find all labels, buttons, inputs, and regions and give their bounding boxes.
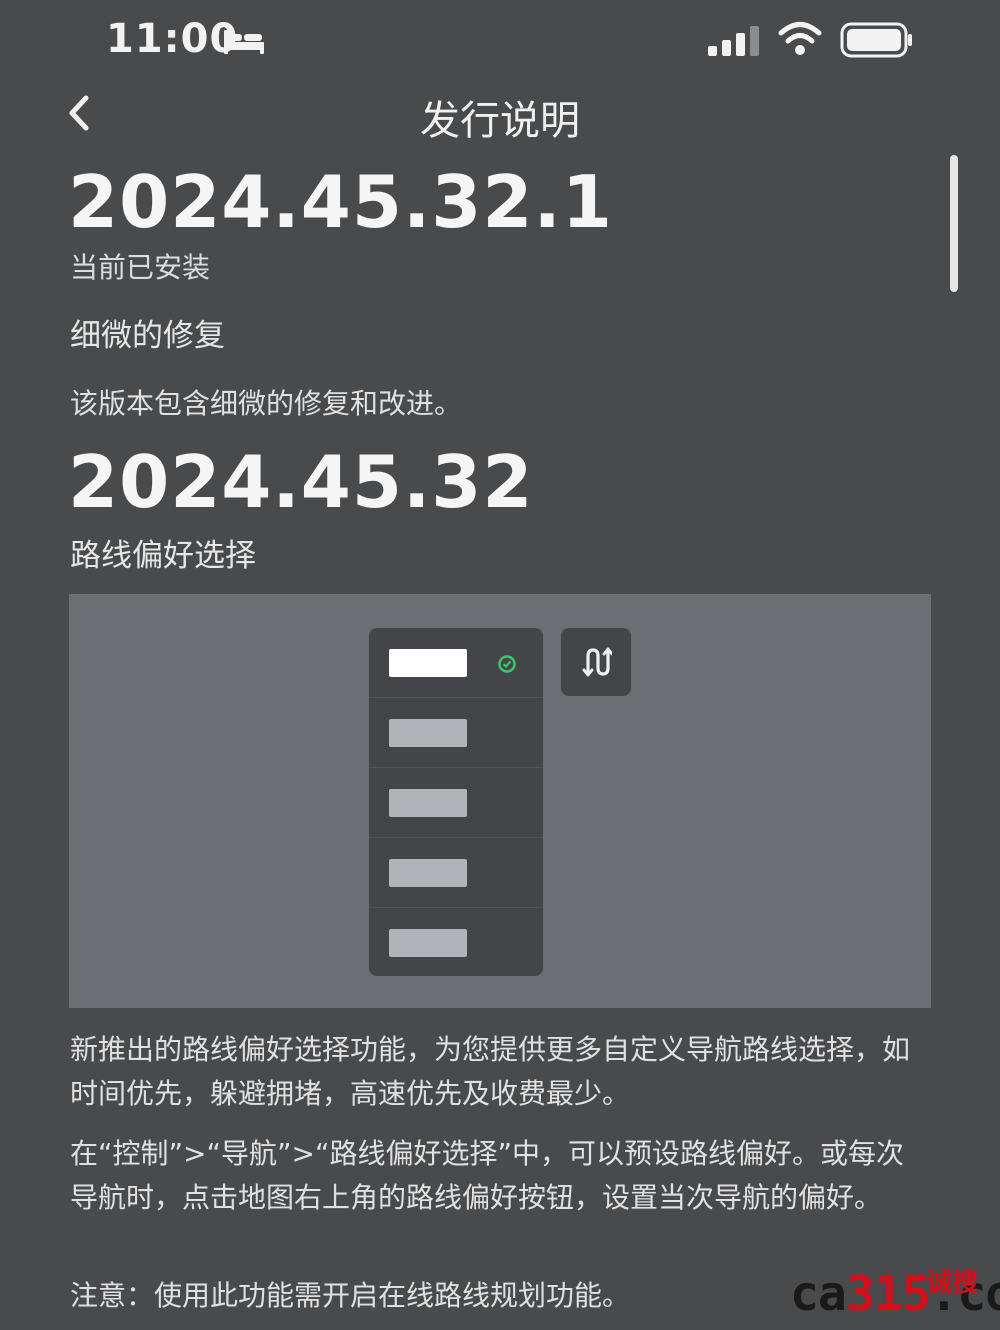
installed-status: 当前已安装 xyxy=(70,251,211,284)
menu-option-label-placeholder xyxy=(389,719,467,747)
status-bar: 11:00 xyxy=(0,0,1000,80)
route-icon xyxy=(582,647,612,677)
battery-icon xyxy=(840,22,912,58)
menu-option-label-placeholder xyxy=(389,859,467,887)
menu-option xyxy=(369,908,543,976)
menu-option-label-placeholder xyxy=(389,649,467,677)
release-paragraph: 新推出的路线偏好选择功能，为您提供更多自定义导航路线选择，如时间优先，躲避拥堵，… xyxy=(70,1033,911,1110)
release-section-title-1: 细微的修复 xyxy=(70,318,225,354)
menu-option xyxy=(369,698,543,768)
route-preference-menu xyxy=(369,628,543,976)
watermark-cn-text: 诚搜 xyxy=(926,1268,979,1298)
signal-icon xyxy=(708,26,759,56)
bed-icon xyxy=(224,30,264,54)
release-version-2: 2024.45.32 xyxy=(68,440,534,524)
route-preference-button xyxy=(561,628,631,696)
wifi-icon xyxy=(778,22,822,55)
menu-option-label-placeholder xyxy=(389,789,467,817)
release-section-title-2: 路线偏好选择 xyxy=(70,538,256,574)
watermark-logo: ca315.com 诚搜 xyxy=(790,1262,1000,1328)
release-paragraph: 在“控制”>“导航”>“路线偏好选择”中，可以预设路线偏好。或每次导航时，点击地… xyxy=(70,1137,904,1214)
scrollbar[interactable] xyxy=(950,155,958,292)
menu-option xyxy=(369,628,543,698)
feature-preview-image xyxy=(69,594,931,1008)
menu-option xyxy=(369,768,543,838)
status-time: 11:00 xyxy=(106,16,239,62)
menu-option xyxy=(369,838,543,908)
nav-bar: 发行说明 xyxy=(0,80,1000,150)
page-title: 发行说明 xyxy=(420,98,580,144)
release-version-1: 2024.45.32.1 xyxy=(68,160,613,244)
release-description-1: 该版本包含细微的修复和改进。 xyxy=(70,387,463,420)
check-circle-icon xyxy=(498,655,516,673)
menu-option-label-placeholder xyxy=(389,929,467,957)
